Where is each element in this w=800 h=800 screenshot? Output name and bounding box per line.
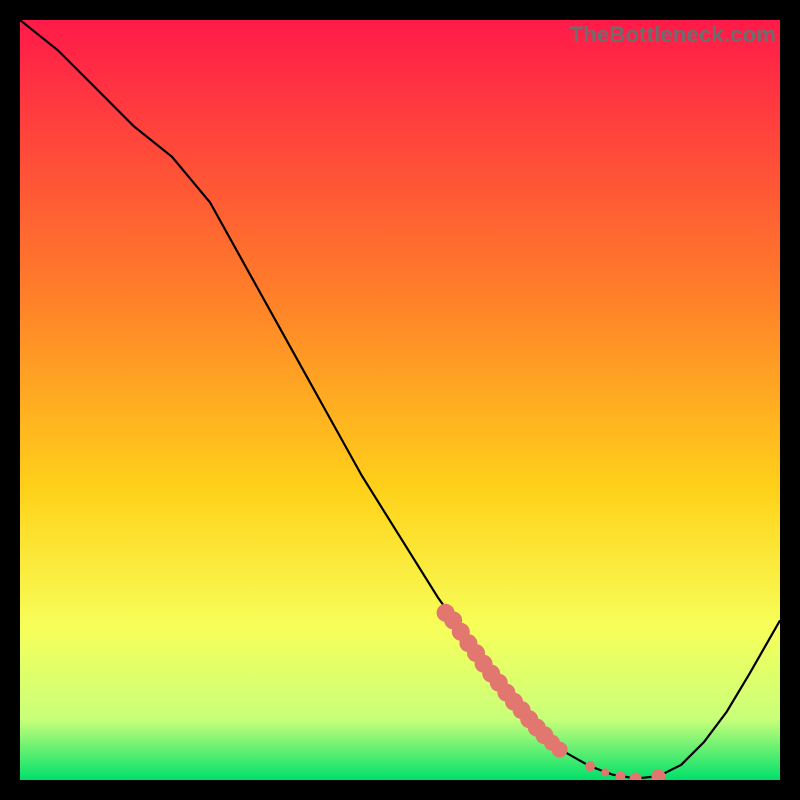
gradient-background bbox=[20, 20, 780, 780]
highlight-marker bbox=[585, 761, 595, 771]
chart-canvas bbox=[20, 20, 780, 780]
highlight-marker bbox=[601, 768, 609, 776]
watermark-text: TheBottleneck.com bbox=[570, 22, 776, 48]
chart-frame: TheBottleneck.com bbox=[20, 20, 780, 780]
highlight-marker bbox=[552, 742, 568, 758]
